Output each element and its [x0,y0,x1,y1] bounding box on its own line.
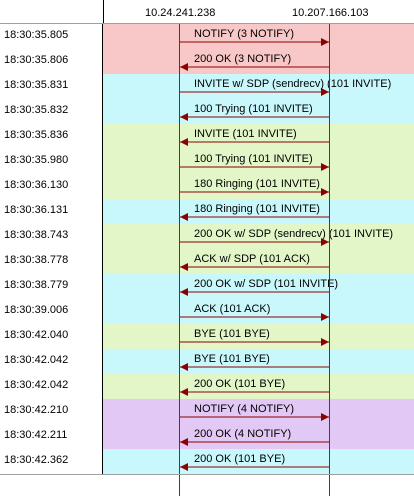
message-time: 18:30:42.362 [0,449,103,474]
message-row[interactable]: 18:30:38.779 200 OK w/ SDP (101 INVITE) [0,274,414,299]
message-time: 18:30:36.131 [0,199,103,224]
message-row[interactable]: 18:30:42.210 NOTIFY (4 NOTIFY) [0,399,414,424]
header-row: 10.24.241.238 10.207.166.103 [0,0,414,24]
host-right-lifeline [329,24,330,496]
column-divider [103,0,104,24]
message-row[interactable]: 18:30:36.130 180 Ringing (101 INVITE) [0,174,414,199]
message-time: 18:30:42.210 [0,399,103,424]
flow-sequence-diagram: 10.24.241.238 10.207.166.103 18:30:35.80… [0,0,414,496]
message-label: 200 OK (4 NOTIFY) [194,428,292,440]
message-row[interactable]: 18:30:42.362 200 OK (101 BYE) [0,449,414,474]
message-time: 18:30:38.778 [0,249,103,274]
message-row[interactable]: 18:30:39.006 ACK (101 ACK) [0,299,414,324]
message-row[interactable]: 18:30:35.806 200 OK (3 NOTIFY) [0,49,414,74]
message-label: 180 Ringing (101 INVITE) [194,178,320,190]
message-row[interactable]: 18:30:42.042 200 OK (101 BYE) [0,374,414,399]
message-time: 18:30:38.743 [0,224,103,249]
message-label: BYE (101 BYE) [194,328,270,340]
message-label: INVITE w/ SDP (sendrecv) (101 INVITE) [194,78,392,90]
host-left-lifeline [179,24,180,496]
message-time: 18:30:42.040 [0,324,103,349]
message-time: 18:30:36.130 [0,174,103,199]
message-label: NOTIFY (4 NOTIFY) [194,403,295,415]
message-row[interactable]: 18:30:42.042 BYE (101 BYE) [0,349,414,374]
message-row[interactable]: 18:30:35.805 NOTIFY (3 NOTIFY) [0,24,414,49]
message-label: 200 OK (3 NOTIFY) [194,53,292,65]
message-label: 180 Ringing (101 INVITE) [194,203,320,215]
message-label: 200 OK w/ SDP (101 INVITE) [194,278,339,290]
message-label: ACK w/ SDP (101 ACK) [194,253,310,265]
message-label: 200 OK w/ SDP (sendrecv) (101 INVITE) [194,228,394,240]
message-time: 18:30:35.980 [0,149,103,174]
message-label: ACK (101 ACK) [194,303,271,315]
message-row[interactable]: 18:30:35.831 INVITE w/ SDP (sendrecv) (10… [0,74,414,99]
message-label: NOTIFY (3 NOTIFY) [194,28,295,40]
message-label: BYE (101 BYE) [194,353,270,365]
message-label: 100 Trying (101 INVITE) [194,103,313,115]
message-time: 18:30:35.836 [0,124,103,149]
message-time: 18:30:39.006 [0,299,103,324]
message-row[interactable]: 18:30:42.040 BYE (101 BYE) [0,324,414,349]
message-row[interactable]: 18:30:35.836 INVITE (101 INVITE) [0,124,414,149]
bottom-divider [0,474,414,475]
message-label: 200 OK (101 BYE) [194,378,286,390]
message-row[interactable]: 18:30:35.980 100 Trying (101 INVITE) [0,149,414,174]
message-time: 18:30:35.831 [0,74,103,99]
message-row[interactable]: 18:30:35.832 100 Trying (101 INVITE) [0,99,414,124]
host-right-label: 10.207.166.103 [292,7,369,19]
message-row[interactable]: 18:30:36.131 180 Ringing (101 INVITE) [0,199,414,224]
message-time: 18:30:35.832 [0,99,103,124]
message-row[interactable]: 18:30:42.211 200 OK (4 NOTIFY) [0,424,414,449]
message-time: 18:30:35.806 [0,49,103,74]
message-label: INVITE (101 INVITE) [194,128,297,140]
message-row[interactable]: 18:30:38.743 200 OK w/ SDP (sendrecv) (10… [0,224,414,249]
message-row[interactable]: 18:30:38.778 ACK w/ SDP (101 ACK) [0,249,414,274]
message-time: 18:30:42.211 [0,424,103,449]
message-label: 100 Trying (101 INVITE) [194,153,313,165]
message-time: 18:30:35.805 [0,24,103,49]
host-left-label: 10.24.241.238 [145,7,216,19]
message-time: 18:30:42.042 [0,349,103,374]
message-label: 200 OK (101 BYE) [194,453,286,465]
message-time: 18:30:38.779 [0,274,103,299]
message-time: 18:30:42.042 [0,374,103,399]
